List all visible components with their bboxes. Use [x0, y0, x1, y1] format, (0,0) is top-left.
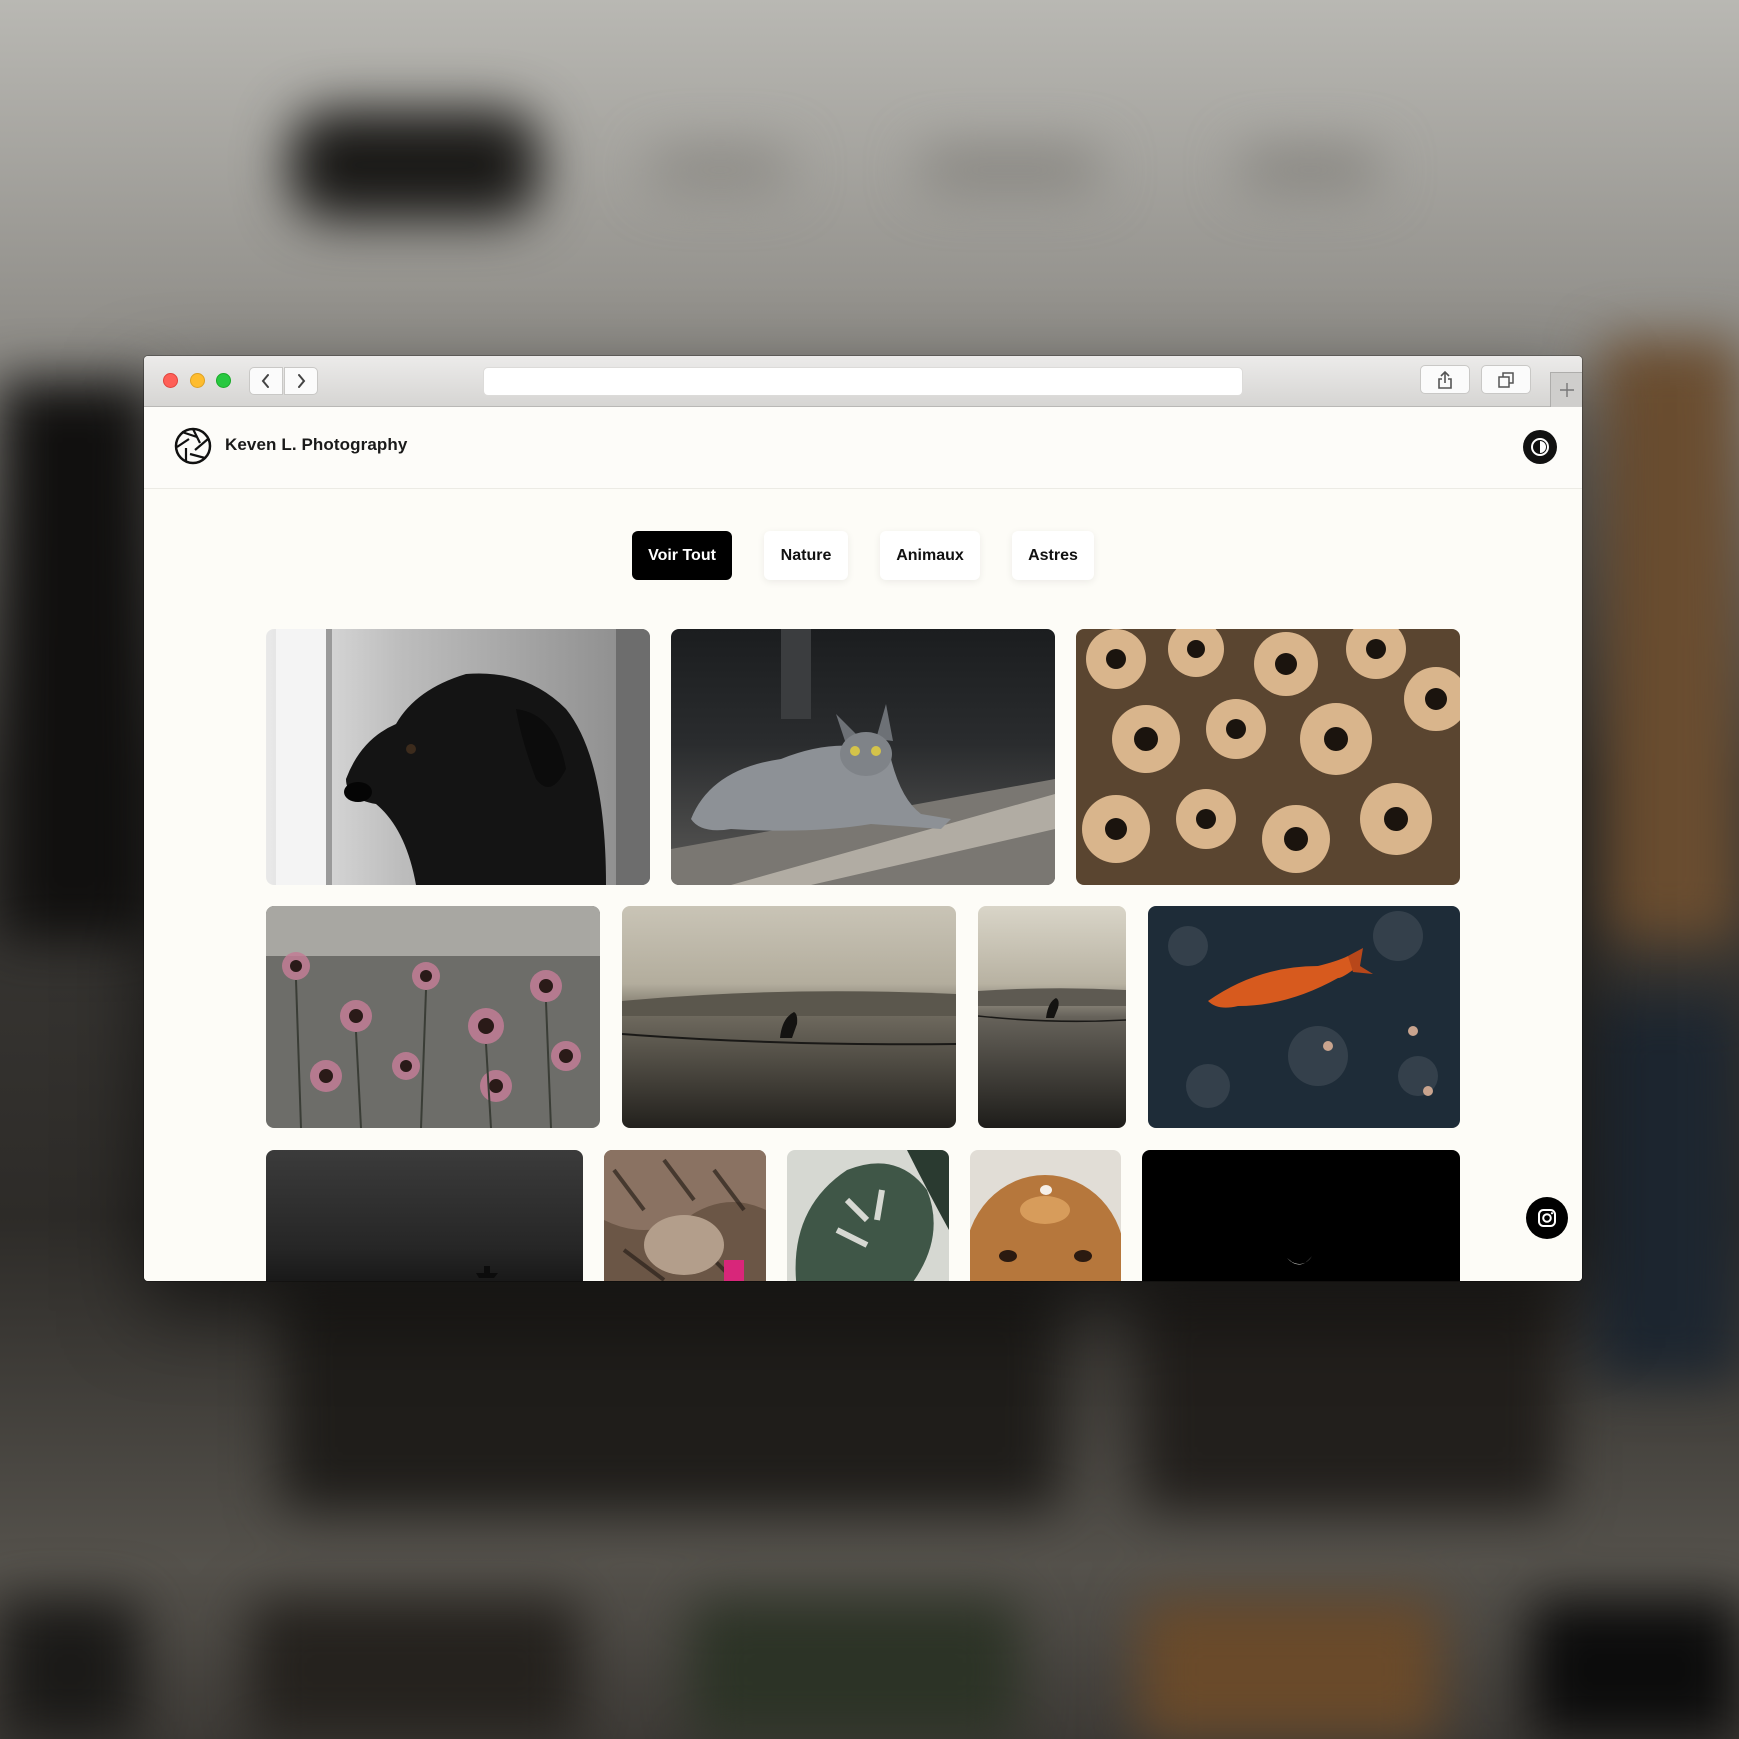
gallery-photo-bird-landscape[interactable] — [622, 906, 956, 1128]
filter-nature[interactable]: Nature — [764, 531, 848, 580]
tabs-icon — [1498, 371, 1514, 388]
share-button[interactable] — [1420, 365, 1470, 394]
back-button[interactable] — [249, 367, 283, 395]
plus-icon — [1559, 383, 1574, 397]
gallery-photo-kittens[interactable] — [604, 1150, 766, 1281]
share-icon — [1438, 370, 1452, 389]
gallery-photo-monstera[interactable] — [787, 1150, 949, 1281]
zoom-window-button[interactable] — [216, 373, 231, 388]
instagram-icon — [1538, 1209, 1556, 1227]
filter-voir-tout[interactable]: Voir Tout — [632, 531, 732, 580]
minimize-window-button[interactable] — [190, 373, 205, 388]
close-window-button[interactable] — [163, 373, 178, 388]
category-filters: Voir Tout Nature Animaux Astres — [144, 531, 1582, 581]
gallery-photo-dog[interactable] — [266, 629, 650, 885]
web-page: Keven L. Photography Voir Tout Nature An… — [144, 407, 1582, 1281]
gallery-photo-sunflowers[interactable] — [1076, 629, 1460, 885]
gallery-photo-dog-closeup[interactable] — [970, 1150, 1121, 1281]
new-tab-button[interactable] — [1550, 372, 1582, 407]
browser-window: Keven L. Photography Voir Tout Nature An… — [144, 356, 1582, 1281]
contrast-icon — [1531, 438, 1549, 456]
gallery-photo-moon[interactable] — [1142, 1150, 1460, 1281]
site-header: Keven L. Photography — [144, 407, 1582, 489]
camera-aperture-icon[interactable] — [174, 427, 212, 465]
address-bar[interactable] — [483, 367, 1243, 396]
gallery-photo-cat[interactable] — [671, 629, 1055, 885]
gallery-photo-boat-sea[interactable] — [266, 1150, 583, 1281]
theme-toggle-button[interactable] — [1523, 430, 1557, 464]
filter-astres[interactable]: Astres — [1012, 531, 1094, 580]
filter-animaux[interactable]: Animaux — [880, 531, 980, 580]
gallery-photo-coneflowers[interactable] — [266, 906, 600, 1128]
forward-button[interactable] — [284, 367, 318, 395]
chevron-right-icon — [298, 374, 306, 388]
site-title[interactable]: Keven L. Photography — [225, 435, 407, 455]
gallery-photo-bird-portrait[interactable] — [978, 906, 1126, 1128]
instagram-button[interactable] — [1526, 1197, 1568, 1239]
gallery-photo-koi[interactable] — [1148, 906, 1460, 1128]
show-tabs-button[interactable] — [1481, 365, 1531, 394]
chevron-left-icon — [261, 374, 269, 388]
browser-toolbar — [144, 356, 1582, 407]
